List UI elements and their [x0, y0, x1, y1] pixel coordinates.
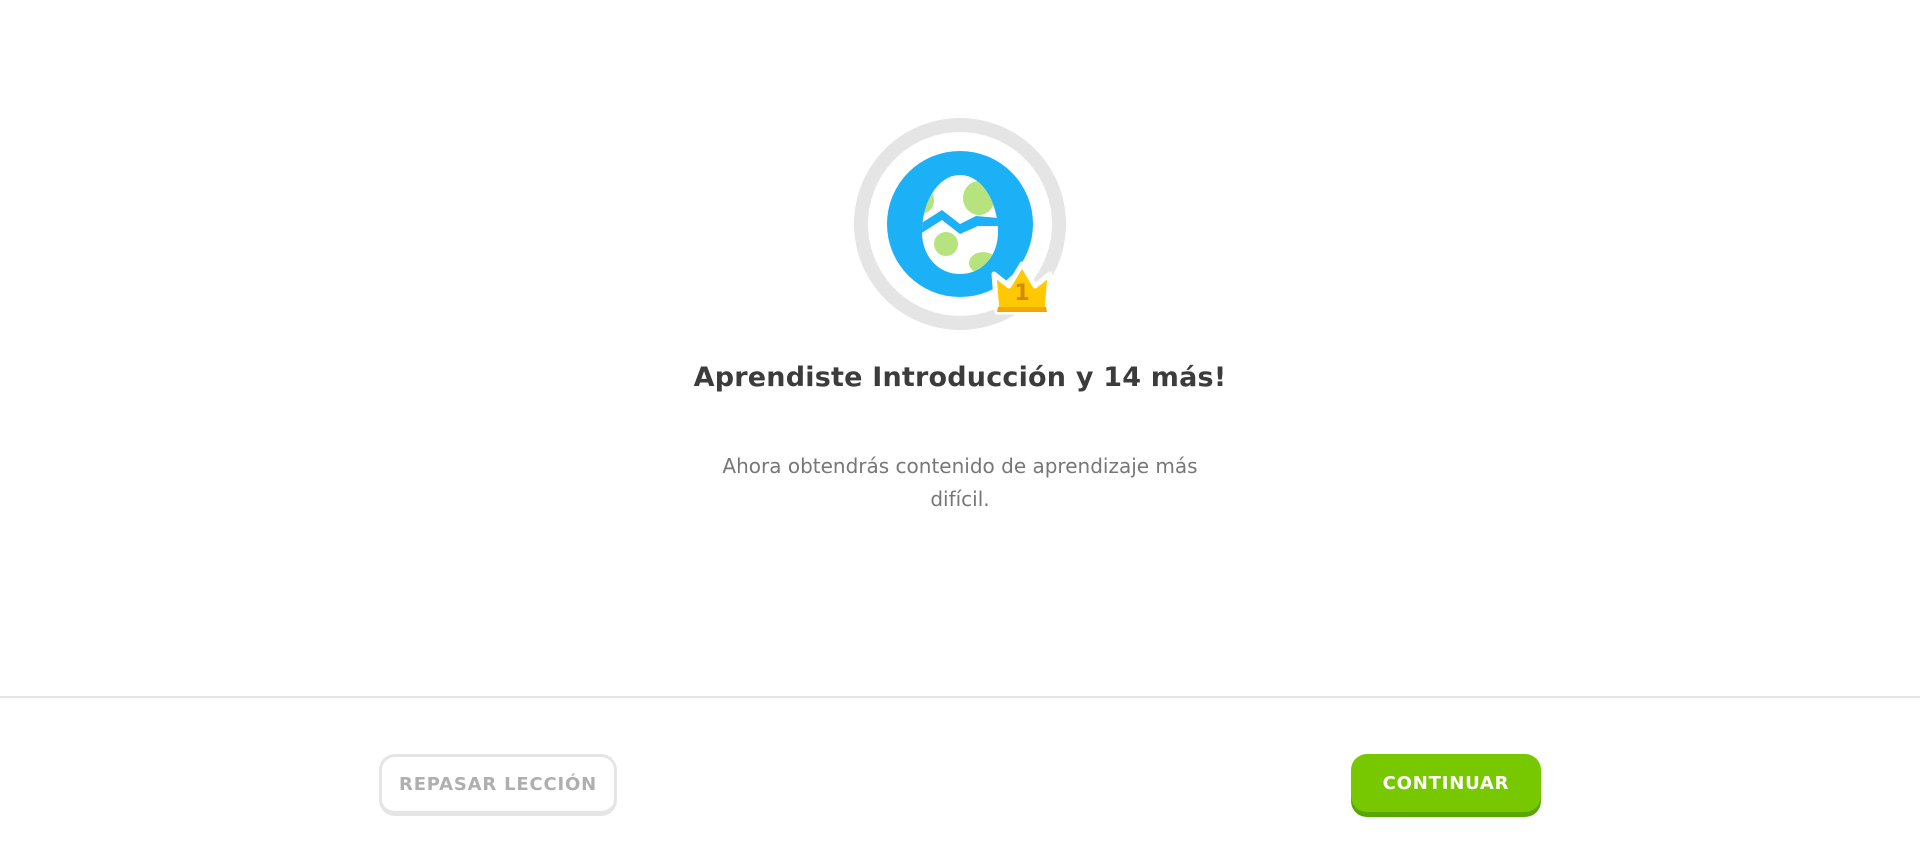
lesson-complete-page: 1 Aprendiste Introducción y 14 más! Ahor… [0, 0, 1920, 862]
lesson-complete-title: Aprendiste Introducción y 14 más! [693, 362, 1227, 393]
lesson-footer: REPASAR LECCIÓN CONTINUAR [0, 696, 1920, 862]
continue-button[interactable]: CONTINUAR [1351, 754, 1541, 812]
lesson-complete-subtitle: Ahora obtendrás contenido de aprendizaje… [722, 454, 1198, 511]
skill-badge: 1 [852, 116, 1068, 332]
review-lesson-button[interactable]: REPASAR LECCIÓN [379, 754, 617, 816]
crown-level: 1 [1014, 281, 1029, 306]
skill-badge-graphic: 1 [854, 118, 1066, 330]
lesson-complete-content: 1 Aprendiste Introducción y 14 más! Ahor… [0, 0, 1920, 700]
